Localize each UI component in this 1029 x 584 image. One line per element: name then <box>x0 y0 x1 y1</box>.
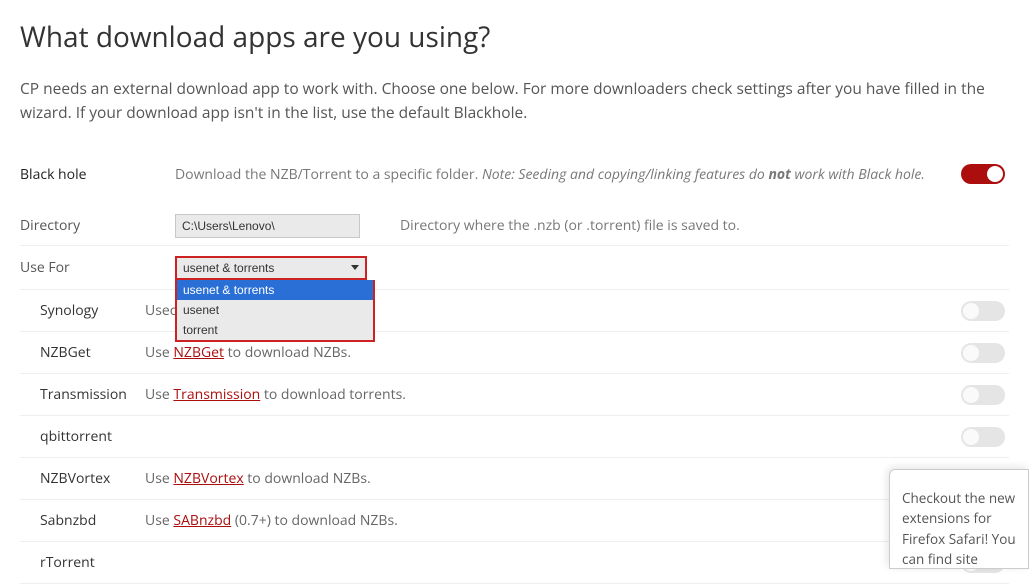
app-desc: Use NZBGet to download NZBs. <box>145 343 949 362</box>
app-desc: Use Transmission to download torrents. <box>145 385 949 404</box>
app-name: Synology <box>20 301 145 320</box>
blackhole-note1: Note: Seeding and copying/linking featur… <box>482 165 769 184</box>
app-name: rTorrent <box>20 553 145 572</box>
app-row: NZBVortexUse NZBVortex to download NZBs. <box>20 458 1009 500</box>
app-toggle[interactable] <box>961 385 1005 405</box>
page-intro: CP needs an external download app to wor… <box>20 76 1009 124</box>
usefor-select[interactable]: usenet & torrents <box>175 256 367 280</box>
app-link[interactable]: NZBVortex <box>173 469 243 488</box>
usefor-dropdown: usenet & torrents usenet torrent <box>175 280 375 342</box>
blackhole-label: Black hole <box>20 165 175 184</box>
app-row: TransmissionUse Transmission to download… <box>20 374 1009 416</box>
app-toggle[interactable] <box>961 301 1005 321</box>
app-row: SynologyUseownload. <box>20 290 1009 332</box>
chevron-down-icon <box>351 265 359 270</box>
blackhole-desc: Download the NZB/Torrent to a specific f… <box>175 165 949 184</box>
app-desc: Use SABnzbd (0.7+) to download NZBs. <box>145 511 949 530</box>
app-row: SabnzbdUse SABnzbd (0.7+) to download NZ… <box>20 500 1009 542</box>
blackhole-note-bold: not <box>768 165 790 184</box>
app-desc-pre: Use <box>145 343 173 362</box>
app-link[interactable]: NZBGet <box>173 343 224 362</box>
app-row: rTorrent <box>20 542 1009 584</box>
usefor-label: Use For <box>20 258 175 277</box>
app-row: qbittorrent <box>20 416 1009 458</box>
app-name: Sabnzbd <box>20 511 145 530</box>
blackhole-toggle[interactable] <box>961 164 1005 184</box>
usefor-option-usenet-torrents[interactable]: usenet & torrents <box>177 280 373 300</box>
blackhole-desc-prefix: Download the NZB/Torrent to a specific f… <box>175 165 482 184</box>
app-desc-post: to download torrents. <box>260 385 406 404</box>
app-name: NZBGet <box>20 343 145 362</box>
app-desc-post: (0.7+) to download NZBs. <box>231 511 398 530</box>
directory-hint: Directory where the .nzb (or .torrent) f… <box>380 216 1009 235</box>
app-desc: Use NZBVortex to download NZBs. <box>145 469 949 488</box>
app-toggle[interactable] <box>961 343 1005 363</box>
usefor-selected-text: usenet & torrents <box>183 261 274 275</box>
app-row: NZBGetUse NZBGet to download NZBs. <box>20 332 1009 374</box>
usefor-option-torrent[interactable]: torrent <box>177 320 373 340</box>
blackhole-row: Black hole Download the NZB/Torrent to a… <box>20 154 1009 194</box>
app-toggle[interactable] <box>961 427 1005 447</box>
app-link[interactable]: Transmission <box>173 385 260 404</box>
app-name: Transmission <box>20 385 145 404</box>
app-desc-post: to download NZBs. <box>224 343 351 362</box>
app-link[interactable]: SABnzbd <box>173 511 231 530</box>
app-desc-pre: Use <box>145 301 170 320</box>
app-name: NZBVortex <box>20 469 145 488</box>
page-heading: What download apps are you using? <box>20 18 1009 56</box>
extensions-popup: Checkout the new extensions for Firefox … <box>889 469 1029 569</box>
directory-input[interactable] <box>175 214 360 238</box>
app-desc-pre: Use <box>145 511 173 530</box>
usefor-option-usenet[interactable]: usenet <box>177 300 373 320</box>
app-name: qbittorrent <box>20 427 145 446</box>
directory-row: Directory Directory where the .nzb (or .… <box>20 206 1009 246</box>
app-desc-post: to download NZBs. <box>244 469 371 488</box>
app-desc-pre: Use <box>145 469 173 488</box>
usefor-row: Use For usenet & torrents usenet & torre… <box>20 246 1009 290</box>
directory-label: Directory <box>20 216 175 235</box>
blackhole-note2: work with Black hole. <box>791 165 925 184</box>
app-desc-pre: Use <box>145 385 173 404</box>
